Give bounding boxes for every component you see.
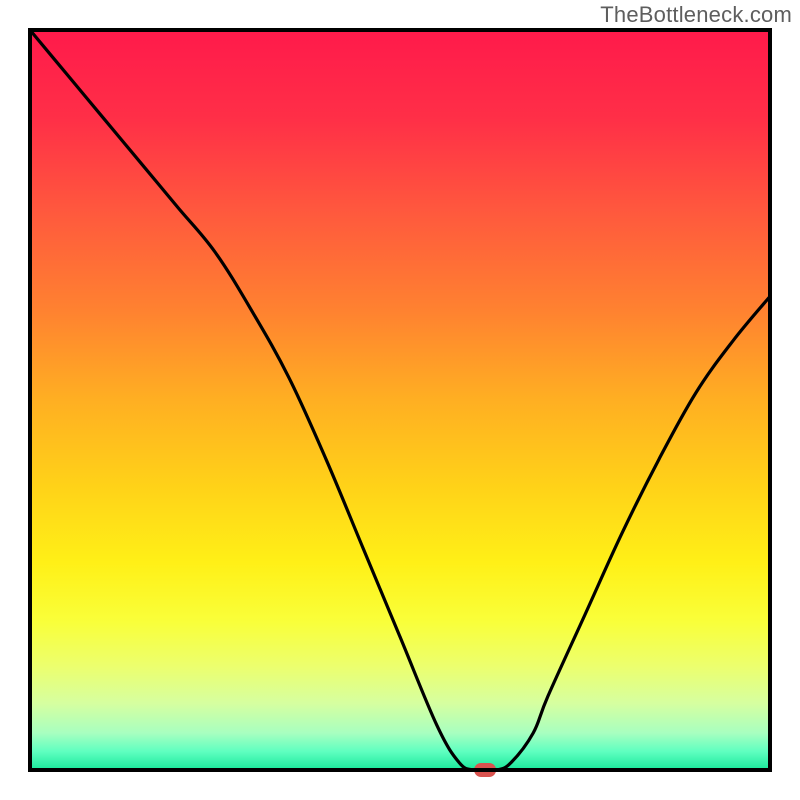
chart-root: TheBottleneck.com — [0, 0, 800, 800]
plot-background — [30, 30, 770, 770]
chart-svg — [0, 0, 800, 800]
watermark-text: TheBottleneck.com — [600, 2, 792, 28]
